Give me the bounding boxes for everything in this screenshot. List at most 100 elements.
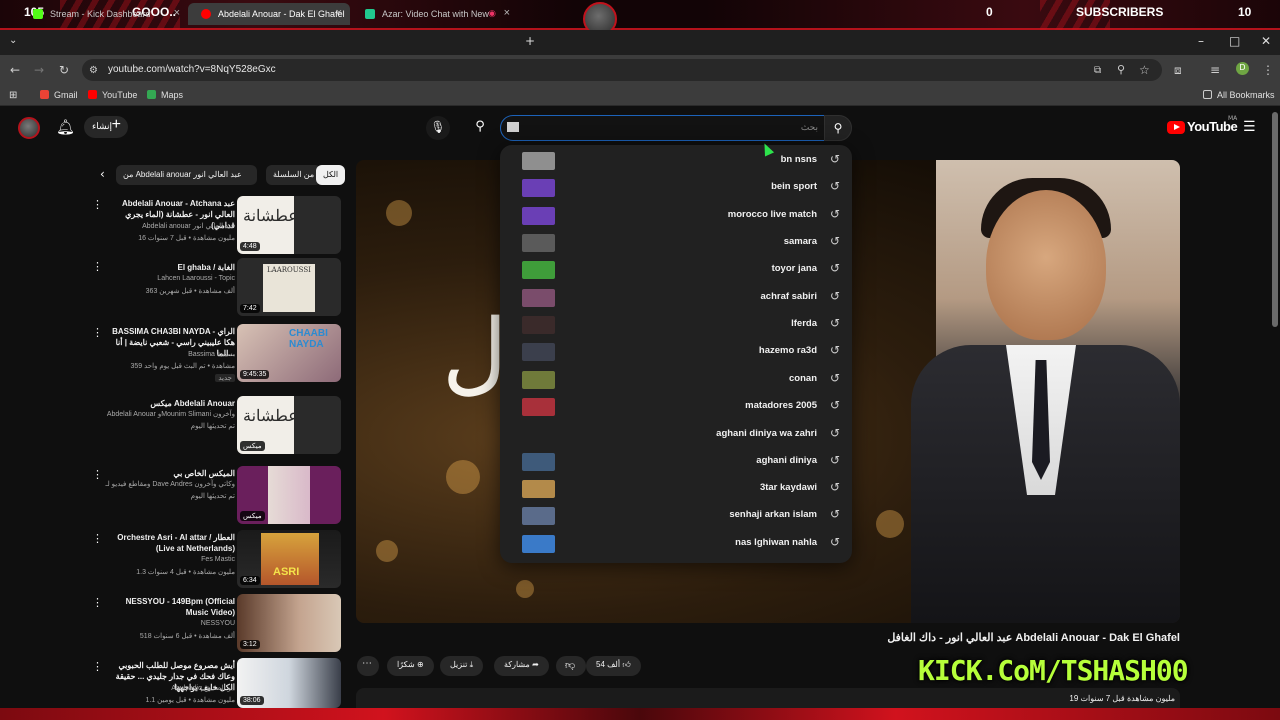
tab-youtube-video[interactable]: Abdelali Anouar - Dak El Ghafel ×	[188, 3, 350, 25]
suggestion-item[interactable]: achraf sabiri ↺	[500, 285, 852, 311]
search-submit-button[interactable]: ⚲	[824, 115, 852, 141]
tab-azar[interactable]: Azar: Video Chat with New ◉ ×	[352, 3, 518, 25]
more-actions-icon[interactable]: ⋮	[92, 260, 103, 273]
install-app-icon[interactable]: ⧉	[1094, 65, 1101, 76]
suggestion-item[interactable]: toyor jana ↺	[500, 257, 852, 283]
suggestion-item[interactable]: 3tar kaydawi ↺	[500, 476, 852, 502]
suggestion-item[interactable]: bn nsns ↺	[500, 148, 852, 174]
overlay-subs-goal: 10	[1238, 5, 1252, 19]
maximize-icon[interactable]: □	[1229, 34, 1240, 48]
rec-channel[interactable]: Abdelali anouar عبد العالي انور	[85, 222, 235, 230]
history-icon: ↺	[829, 234, 840, 248]
suggestion-item[interactable]: lferda ↺	[500, 312, 852, 338]
apps-grid-icon[interactable]: ⊞	[9, 90, 17, 101]
more-actions-icon[interactable]: ⋮	[92, 660, 103, 673]
like-button[interactable]: 54 ألف 👍︎	[586, 656, 641, 676]
suggestion-item[interactable]: samara ↺	[500, 230, 852, 256]
suggestion-thumbnail	[522, 453, 555, 471]
all-bookmarks[interactable]: All Bookmarks	[1203, 90, 1275, 100]
browser-menu-icon[interactable]: ⋮	[1262, 63, 1274, 77]
close-icon[interactable]: ×	[174, 7, 180, 19]
rec-thumbnail[interactable]: 3:12	[237, 594, 341, 652]
close-icon[interactable]: ×	[336, 7, 342, 19]
bookmark-gmail[interactable]: Gmail	[40, 90, 78, 100]
tab-kick-dashboard[interactable]: Stream - Kick Dashboard ×	[20, 3, 188, 25]
account-avatar[interactable]	[18, 117, 40, 139]
rec-channel[interactable]: Abulsadiq أبو الصديق	[85, 684, 235, 692]
suggestion-item[interactable]: senhaji arkan islam ↺	[500, 503, 852, 529]
rec-title[interactable]: الميكس الخاص بي	[103, 468, 235, 479]
suggestion-item[interactable]: aghani diniya wa zahri ↺	[500, 422, 852, 448]
more-actions-icon[interactable]: ⋮	[92, 532, 103, 545]
chips-prev-chevron-icon[interactable]: ‹	[100, 167, 105, 181]
extensions-icon[interactable]: ⧈	[1174, 63, 1182, 78]
chip-all[interactable]: الكل	[316, 165, 346, 185]
bookmark-star-icon[interactable]: ☆	[1139, 63, 1150, 77]
rec-title[interactable]: NESSYOU - 149Bpm (Official Music Video)	[103, 596, 235, 618]
suggestion-item[interactable]: hazemo ra3d ↺	[500, 339, 852, 365]
page-scrollbar[interactable]	[1272, 112, 1278, 327]
rec-meta: تم تحديثها اليوم	[190, 493, 235, 500]
window-close-icon[interactable]: ✕	[1261, 34, 1271, 48]
rec-channel[interactable]: Abdelali Anouar وMounim Slimani وآخرون	[85, 410, 235, 418]
reload-icon[interactable]: ↻	[59, 63, 69, 77]
suggestion-thumbnail	[522, 398, 555, 416]
more-actions-icon[interactable]: ⋮	[92, 198, 103, 211]
thumb-caption: CHAABI NAYDA	[289, 328, 328, 350]
notifications-bell-icon[interactable]: 🔔︎	[56, 118, 75, 136]
voice-search-button[interactable]: 🎙︎	[426, 116, 450, 140]
close-icon[interactable]: ×	[504, 7, 510, 19]
new-tab-plus-icon[interactable]: +	[525, 34, 535, 48]
suggestion-item[interactable]: nas lghiwan nahla ↺	[500, 531, 852, 557]
rec-channel[interactable]: Lahcen Laaroussi - Topic	[85, 275, 235, 282]
duration-badge: 7:42	[240, 304, 260, 313]
bookmark-maps[interactable]: Maps	[147, 90, 183, 100]
rec-thumbnail[interactable]: CHAABI NAYDA 9:45:35	[237, 324, 341, 382]
suggestion-label: aghani diniya	[756, 455, 817, 466]
tab-search-chevron-icon[interactable]: ⌄	[9, 35, 17, 46]
rec-channel[interactable]: Bassima بسيمة	[85, 350, 235, 358]
rec-channel[interactable]: Fes Mastic	[85, 556, 235, 563]
rec-thumbnail[interactable]: عطشانة ميكس	[237, 396, 341, 454]
more-actions-icon[interactable]: ⋮	[92, 326, 103, 339]
guide-menu-icon[interactable]: ☰	[1243, 119, 1256, 135]
search-input[interactable]: بحث	[500, 115, 825, 141]
media-controls-icon[interactable]: ≡	[1210, 63, 1220, 77]
zoom-icon[interactable]: ⚲	[1117, 63, 1125, 76]
rec-thumbnail[interactable]: ميكس	[237, 466, 341, 524]
suggestion-item[interactable]: morocco live match ↺	[500, 203, 852, 229]
site-info-icon[interactable]: ⚙	[89, 65, 98, 76]
bookmark-youtube[interactable]: YouTube	[88, 90, 137, 100]
rec-thumbnail[interactable]: ASRI 6:34	[237, 530, 341, 588]
minimize-icon[interactable]: –	[1198, 34, 1204, 48]
more-actions-icon[interactable]: ⋮	[92, 596, 103, 609]
download-button[interactable]: تنزيل ⤓	[440, 656, 484, 676]
create-button[interactable]: إنشاء +	[84, 116, 128, 138]
rec-thumbnail[interactable]: LAAROUSSI 7:42	[237, 258, 341, 316]
rec-thumbnail[interactable]: 38:06	[237, 658, 341, 708]
rec-title[interactable]: El ghaba / الغابة	[103, 262, 236, 273]
chip-from-series[interactable]: من السلسلة	[266, 165, 322, 185]
rec-channel[interactable]: NESSYOU	[85, 620, 235, 627]
back-arrow-icon[interactable]: ←	[10, 63, 20, 77]
suggestion-item[interactable]: conan ↺	[500, 367, 852, 393]
thumb-caption: LAAROUSSI	[267, 266, 311, 274]
maps-icon	[147, 90, 156, 99]
suggestion-item[interactable]: matadores 2005 ↺	[500, 394, 852, 420]
rec-title[interactable]: Orchestre Asri - Al attar / العطار (Live…	[103, 532, 235, 554]
chip-from-artist[interactable]: من Abdelali anouar عبد العالي انور	[116, 165, 257, 185]
search-icon[interactable]: ⚲	[468, 116, 492, 140]
thumbs-down-icon: 👎︎	[565, 660, 576, 671]
address-url[interactable]: youtube.com/watch?v=8NqY528eGxc	[108, 64, 276, 75]
rec-thumbnail[interactable]: عطشانة 4:48	[237, 196, 341, 254]
dislike-button[interactable]: 👎︎	[556, 656, 586, 676]
suggestion-item[interactable]: aghani diniya ↺	[500, 449, 852, 475]
suggestion-item[interactable]: bein sport ↺	[500, 175, 852, 201]
thanks-button[interactable]: شكرًا ⊕	[387, 656, 434, 676]
forward-arrow-icon[interactable]: →	[34, 63, 44, 77]
share-button[interactable]: مشاركة ➦	[494, 656, 549, 676]
rec-title[interactable]: ميكس Abdelali Anouar	[103, 398, 235, 409]
more-actions-button[interactable]: ⋯	[357, 656, 379, 676]
rec-channel[interactable]: ومقاطع فيديو لـ Dave Andres وكاتي وآخرون	[85, 480, 235, 488]
profile-avatar[interactable]: D	[1236, 62, 1249, 75]
